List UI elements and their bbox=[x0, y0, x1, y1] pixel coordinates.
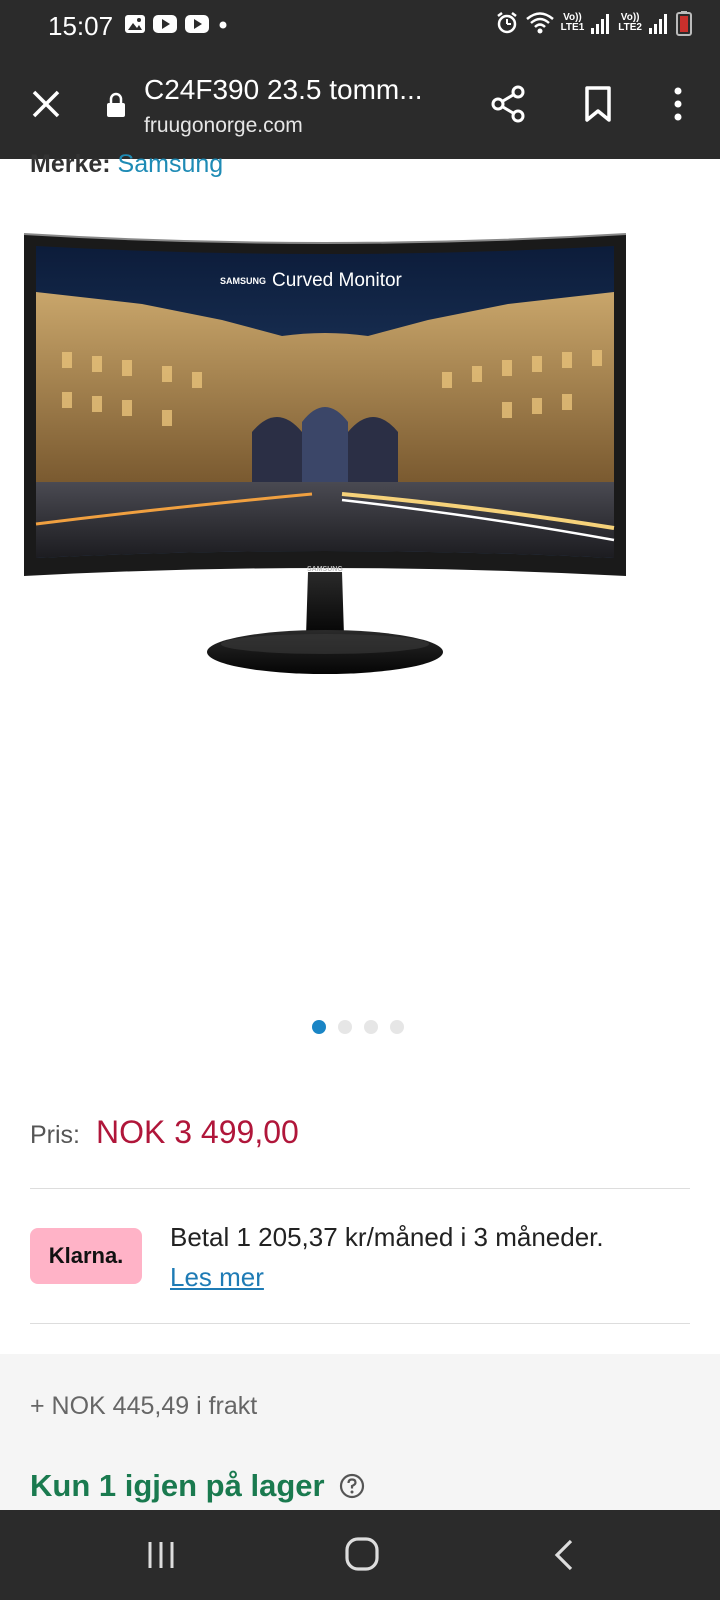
divider bbox=[30, 1188, 690, 1189]
shipping-cost: + NOK 445,49 i frakt bbox=[30, 1392, 258, 1420]
price-label: Pris: bbox=[30, 1121, 80, 1149]
more-notifications-dot-icon bbox=[219, 21, 227, 29]
stock-row: Kun 1 igjen på lager bbox=[30, 1468, 365, 1504]
brand-label: Merke: bbox=[30, 150, 111, 178]
youtube-icon bbox=[153, 15, 177, 33]
share-icon[interactable] bbox=[488, 84, 528, 124]
sim2-indicator: Vo)) LTE2 bbox=[618, 12, 642, 33]
carousel-dot[interactable] bbox=[338, 1020, 352, 1034]
close-icon[interactable] bbox=[28, 86, 64, 122]
product-image[interactable]: SAMSUNG Curved Monitor SAMSUNG bbox=[22, 232, 628, 688]
signal-strength-icon bbox=[649, 14, 667, 34]
stock-status: Kun 1 igjen på lager bbox=[30, 1468, 325, 1503]
bookmark-icon[interactable] bbox=[580, 84, 616, 124]
alarm-icon bbox=[496, 12, 517, 34]
screen-brand-text: SAMSUNG bbox=[220, 276, 266, 286]
lock-icon bbox=[107, 92, 125, 117]
back-icon[interactable] bbox=[552, 1538, 576, 1572]
wifi-icon bbox=[525, 12, 554, 34]
recent-apps-icon[interactable] bbox=[144, 1538, 178, 1572]
price-value: NOK 3 499,00 bbox=[96, 1114, 299, 1150]
youtube-icon bbox=[185, 15, 209, 33]
notification-icons bbox=[124, 14, 230, 34]
sim1-indicator: Vo)) LTE1 bbox=[560, 12, 585, 33]
page-title[interactable]: C24F390 23.5 tomm... bbox=[144, 74, 423, 106]
signal-strength-icon bbox=[591, 14, 610, 34]
klarna-installment-text: Betal 1 205,37 kr/måned i 3 måneder. bbox=[170, 1222, 604, 1252]
brand-link[interactable]: Samsung bbox=[118, 150, 224, 178]
image-carousel-dots bbox=[312, 1020, 404, 1034]
battery-icon bbox=[676, 11, 692, 36]
status-time: 15:07 bbox=[48, 11, 114, 41]
bezel-logo-text: SAMSUNG bbox=[307, 566, 343, 573]
browser-toolbar: C24F390 23.5 tomm... fruugonorge.com bbox=[0, 52, 720, 159]
page-url[interactable]: fruugonorge.com bbox=[144, 114, 303, 138]
more-options-icon[interactable] bbox=[668, 84, 688, 124]
system-navigation-bar bbox=[0, 1510, 720, 1600]
klarna-read-more-link[interactable]: Les mer bbox=[170, 1262, 264, 1293]
help-icon[interactable] bbox=[339, 1473, 365, 1499]
klarna-badge: Klarna. bbox=[30, 1228, 142, 1284]
carousel-dot[interactable] bbox=[312, 1020, 326, 1034]
price-row: Pris: NOK 3 499,00 bbox=[30, 1114, 299, 1151]
gallery-icon bbox=[125, 15, 145, 33]
brand-row: Merke: Samsung bbox=[30, 150, 223, 179]
carousel-dot[interactable] bbox=[390, 1020, 404, 1034]
divider bbox=[30, 1323, 690, 1324]
status-bar: 15:07 Vo)) LTE1 Vo)) LTE2 bbox=[0, 0, 720, 52]
screen-caption-text: Curved Monitor bbox=[272, 270, 403, 291]
system-status-icons: Vo)) LTE1 Vo)) LTE2 bbox=[495, 10, 692, 36]
carousel-dot[interactable] bbox=[364, 1020, 378, 1034]
home-icon[interactable] bbox=[344, 1536, 380, 1572]
